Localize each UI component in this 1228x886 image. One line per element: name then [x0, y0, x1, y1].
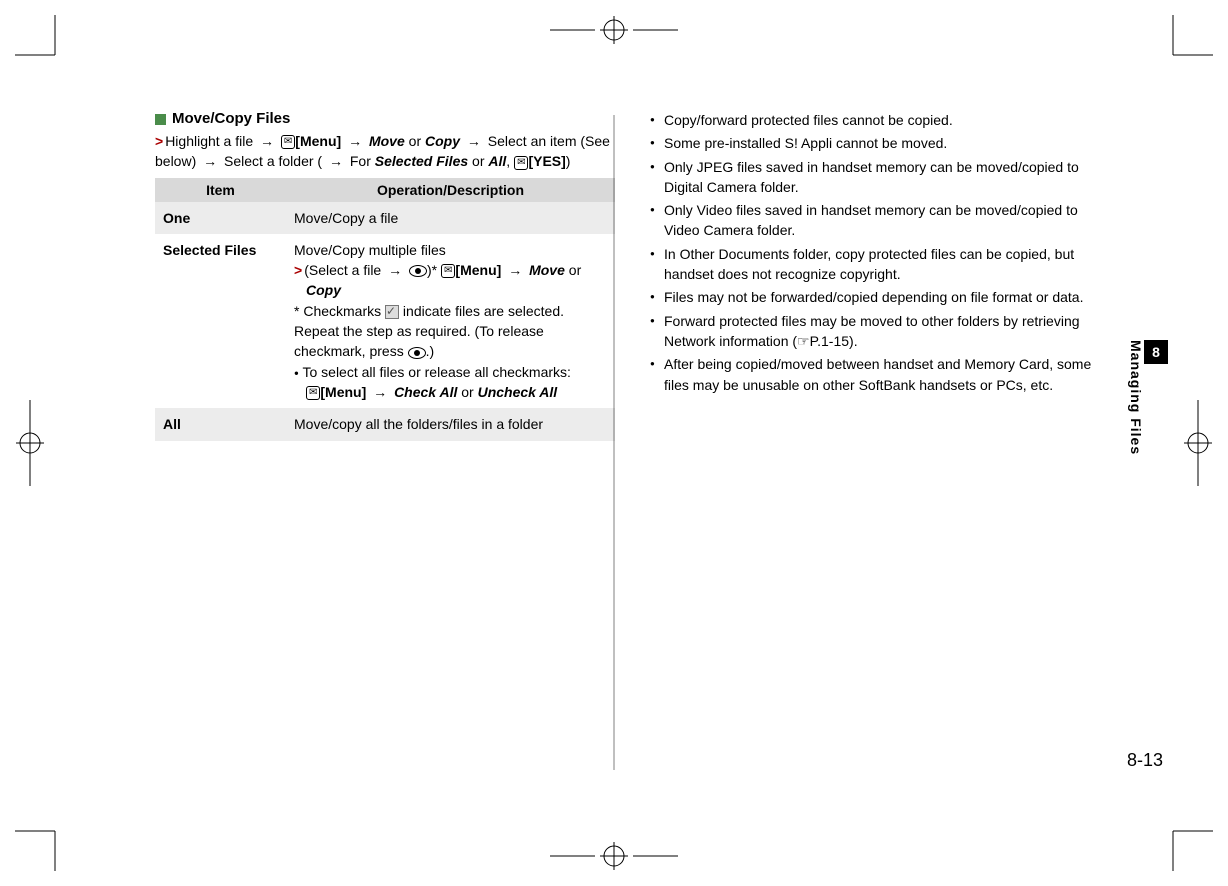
instr-p1: Highlight a file — [165, 133, 253, 149]
cell-op-one: Move/Copy a file — [286, 202, 615, 234]
instr-menu: [Menu] — [295, 133, 341, 149]
cell-item-selected: Selected Files — [155, 234, 286, 408]
check-all: Check All — [394, 384, 457, 400]
section-marker-icon — [155, 114, 166, 125]
mail-softkey-icon: ✉ — [281, 135, 295, 149]
chapter-number: 8 — [1144, 340, 1168, 364]
arrow-icon: → — [203, 153, 217, 169]
instr-or1: or — [405, 133, 425, 149]
list-item: After being copied/moved between handset… — [650, 354, 1110, 395]
operations-table: Item Operation/Description One Move/Copy… — [155, 178, 615, 441]
sel-copy: Copy — [306, 282, 341, 298]
section-title-text: Move/Copy Files — [172, 110, 290, 127]
arrow-icon: → — [467, 133, 481, 149]
arrow-icon: → — [373, 384, 387, 400]
selected-line1: Move/Copy multiple files — [294, 240, 607, 260]
uncheck-all: Uncheck All — [478, 384, 558, 400]
table-row: Selected Files Move/Copy multiple files … — [155, 234, 615, 408]
step-chevron-icon: > — [294, 262, 302, 278]
sel-a: (Select a file — [304, 262, 381, 278]
bullet-icon: ● — [294, 368, 299, 377]
instr-all: All — [488, 153, 506, 169]
instr-copy: Copy — [425, 133, 460, 149]
list-item: In Other Documents folder, copy protecte… — [650, 244, 1110, 285]
arrow-icon: → — [348, 133, 362, 149]
list-item: Copy/forward protected files cannot be c… — [650, 110, 1110, 130]
bullet-menu: [Menu] — [320, 384, 366, 400]
instr-or2: or — [468, 153, 488, 169]
table-row: One Move/Copy a file — [155, 202, 615, 234]
right-column: Copy/forward protected files cannot be c… — [650, 110, 1110, 441]
list-item: Only JPEG files saved in handset memory … — [650, 157, 1110, 198]
cell-item-one: One — [155, 202, 286, 234]
arrow-icon: → — [388, 262, 402, 278]
sel-or2: or — [457, 384, 477, 400]
section-heading: Move/Copy Files — [155, 110, 615, 127]
note-a: * Checkmarks — [294, 303, 385, 319]
instr-for: For — [346, 153, 375, 169]
center-key-icon — [408, 347, 426, 359]
mail-softkey-icon: ✉ — [514, 156, 528, 170]
list-item: Some pre-installed S! Appli cannot be mo… — [650, 133, 1110, 153]
step-chevron-icon: > — [155, 133, 163, 149]
mail-softkey-icon: ✉ — [306, 386, 320, 400]
page-number: 8-13 — [1127, 750, 1163, 771]
list-item: Files may not be forwarded/copied depend… — [650, 287, 1110, 307]
sel-move: Move — [529, 262, 565, 278]
arrow-icon: → — [329, 153, 343, 169]
cell-item-all: All — [155, 408, 286, 440]
list-item: Only Video files saved in handset memory… — [650, 200, 1110, 241]
list-item: Forward protected files may be moved to … — [650, 311, 1110, 352]
sel-or: or — [565, 262, 581, 278]
chapter-label: Managing Files — [1128, 340, 1144, 455]
arrow-icon: → — [260, 133, 274, 149]
chapter-side-tab: 8 Managing Files — [1128, 340, 1168, 455]
center-key-icon — [409, 265, 427, 277]
instr-comma: , — [506, 153, 514, 169]
notes-list: Copy/forward protected files cannot be c… — [650, 110, 1110, 395]
instr-close: ) — [566, 153, 571, 169]
instr-p3: Select a folder ( — [224, 153, 322, 169]
cell-op-selected: Move/Copy multiple files >(Select a file… — [286, 234, 615, 408]
cell-op-all: Move/copy all the folders/files in a fol… — [286, 408, 615, 440]
instr-selected-files: Selected Files — [375, 153, 468, 169]
instr-move: Move — [369, 133, 405, 149]
instruction-line: >Highlight a file → ✉[Menu] → Move or Co… — [155, 131, 615, 172]
checkmark-icon — [385, 305, 399, 319]
left-column: Move/Copy Files >Highlight a file → ✉[Me… — [155, 110, 615, 441]
mail-softkey-icon: ✉ — [441, 264, 455, 278]
sel-menu: [Menu] — [455, 262, 501, 278]
sel-b: )* — [427, 262, 437, 278]
th-op: Operation/Description — [286, 178, 615, 202]
bullet-a: To select all files or release all check… — [302, 364, 570, 380]
th-item: Item — [155, 178, 286, 202]
arrow-icon: → — [508, 262, 522, 278]
table-row: All Move/copy all the folders/files in a… — [155, 408, 615, 440]
instr-yes: [YES] — [528, 153, 565, 169]
note-c: .) — [426, 343, 435, 359]
